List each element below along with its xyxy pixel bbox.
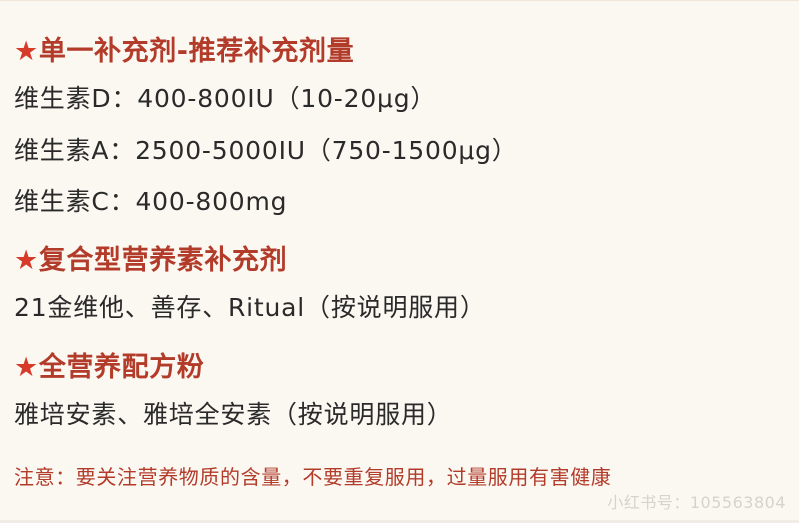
list-item-vitamin-d: 维生素D：400-800IU（10-20μg） [14,84,437,113]
list-item-vitamin-a: 维生素A：2500-5000IU（750-1500μg） [14,136,518,165]
section-heading-single-supplement: ★单一补充剂-推荐补充剂量 [14,29,354,68]
star-icon: ★ [14,36,39,67]
section-heading-compound-supplement: ★复合型营养素补充剂 [14,238,287,277]
star-icon: ★ [14,352,39,383]
list-item-formula-brands: 雅培安素、雅培全安素（按说明服用） [14,400,453,429]
star-icon: ★ [14,245,39,276]
supplement-info-card: ★单一补充剂-推荐补充剂量 维生素D：400-800IU（10-20μg） 维生… [0,0,799,523]
section-heading-full-nutrition-formula: ★全营养配方粉 [14,345,204,384]
heading-text: 单一补充剂-推荐补充剂量 [38,36,355,67]
heading-text: 全营养配方粉 [38,352,205,383]
list-item-compound-brands: 21金维他、善存、Ritual（按说明服用） [14,293,486,322]
heading-text: 复合型营养素补充剂 [38,245,288,276]
list-item-vitamin-c: 维生素C：400-800mg [14,187,288,216]
watermark-text: 小红书号：105563804 [607,493,786,512]
warning-note: 注意：要关注营养物质的含量，不要重复服用，过量服用有害健康 [14,465,612,489]
